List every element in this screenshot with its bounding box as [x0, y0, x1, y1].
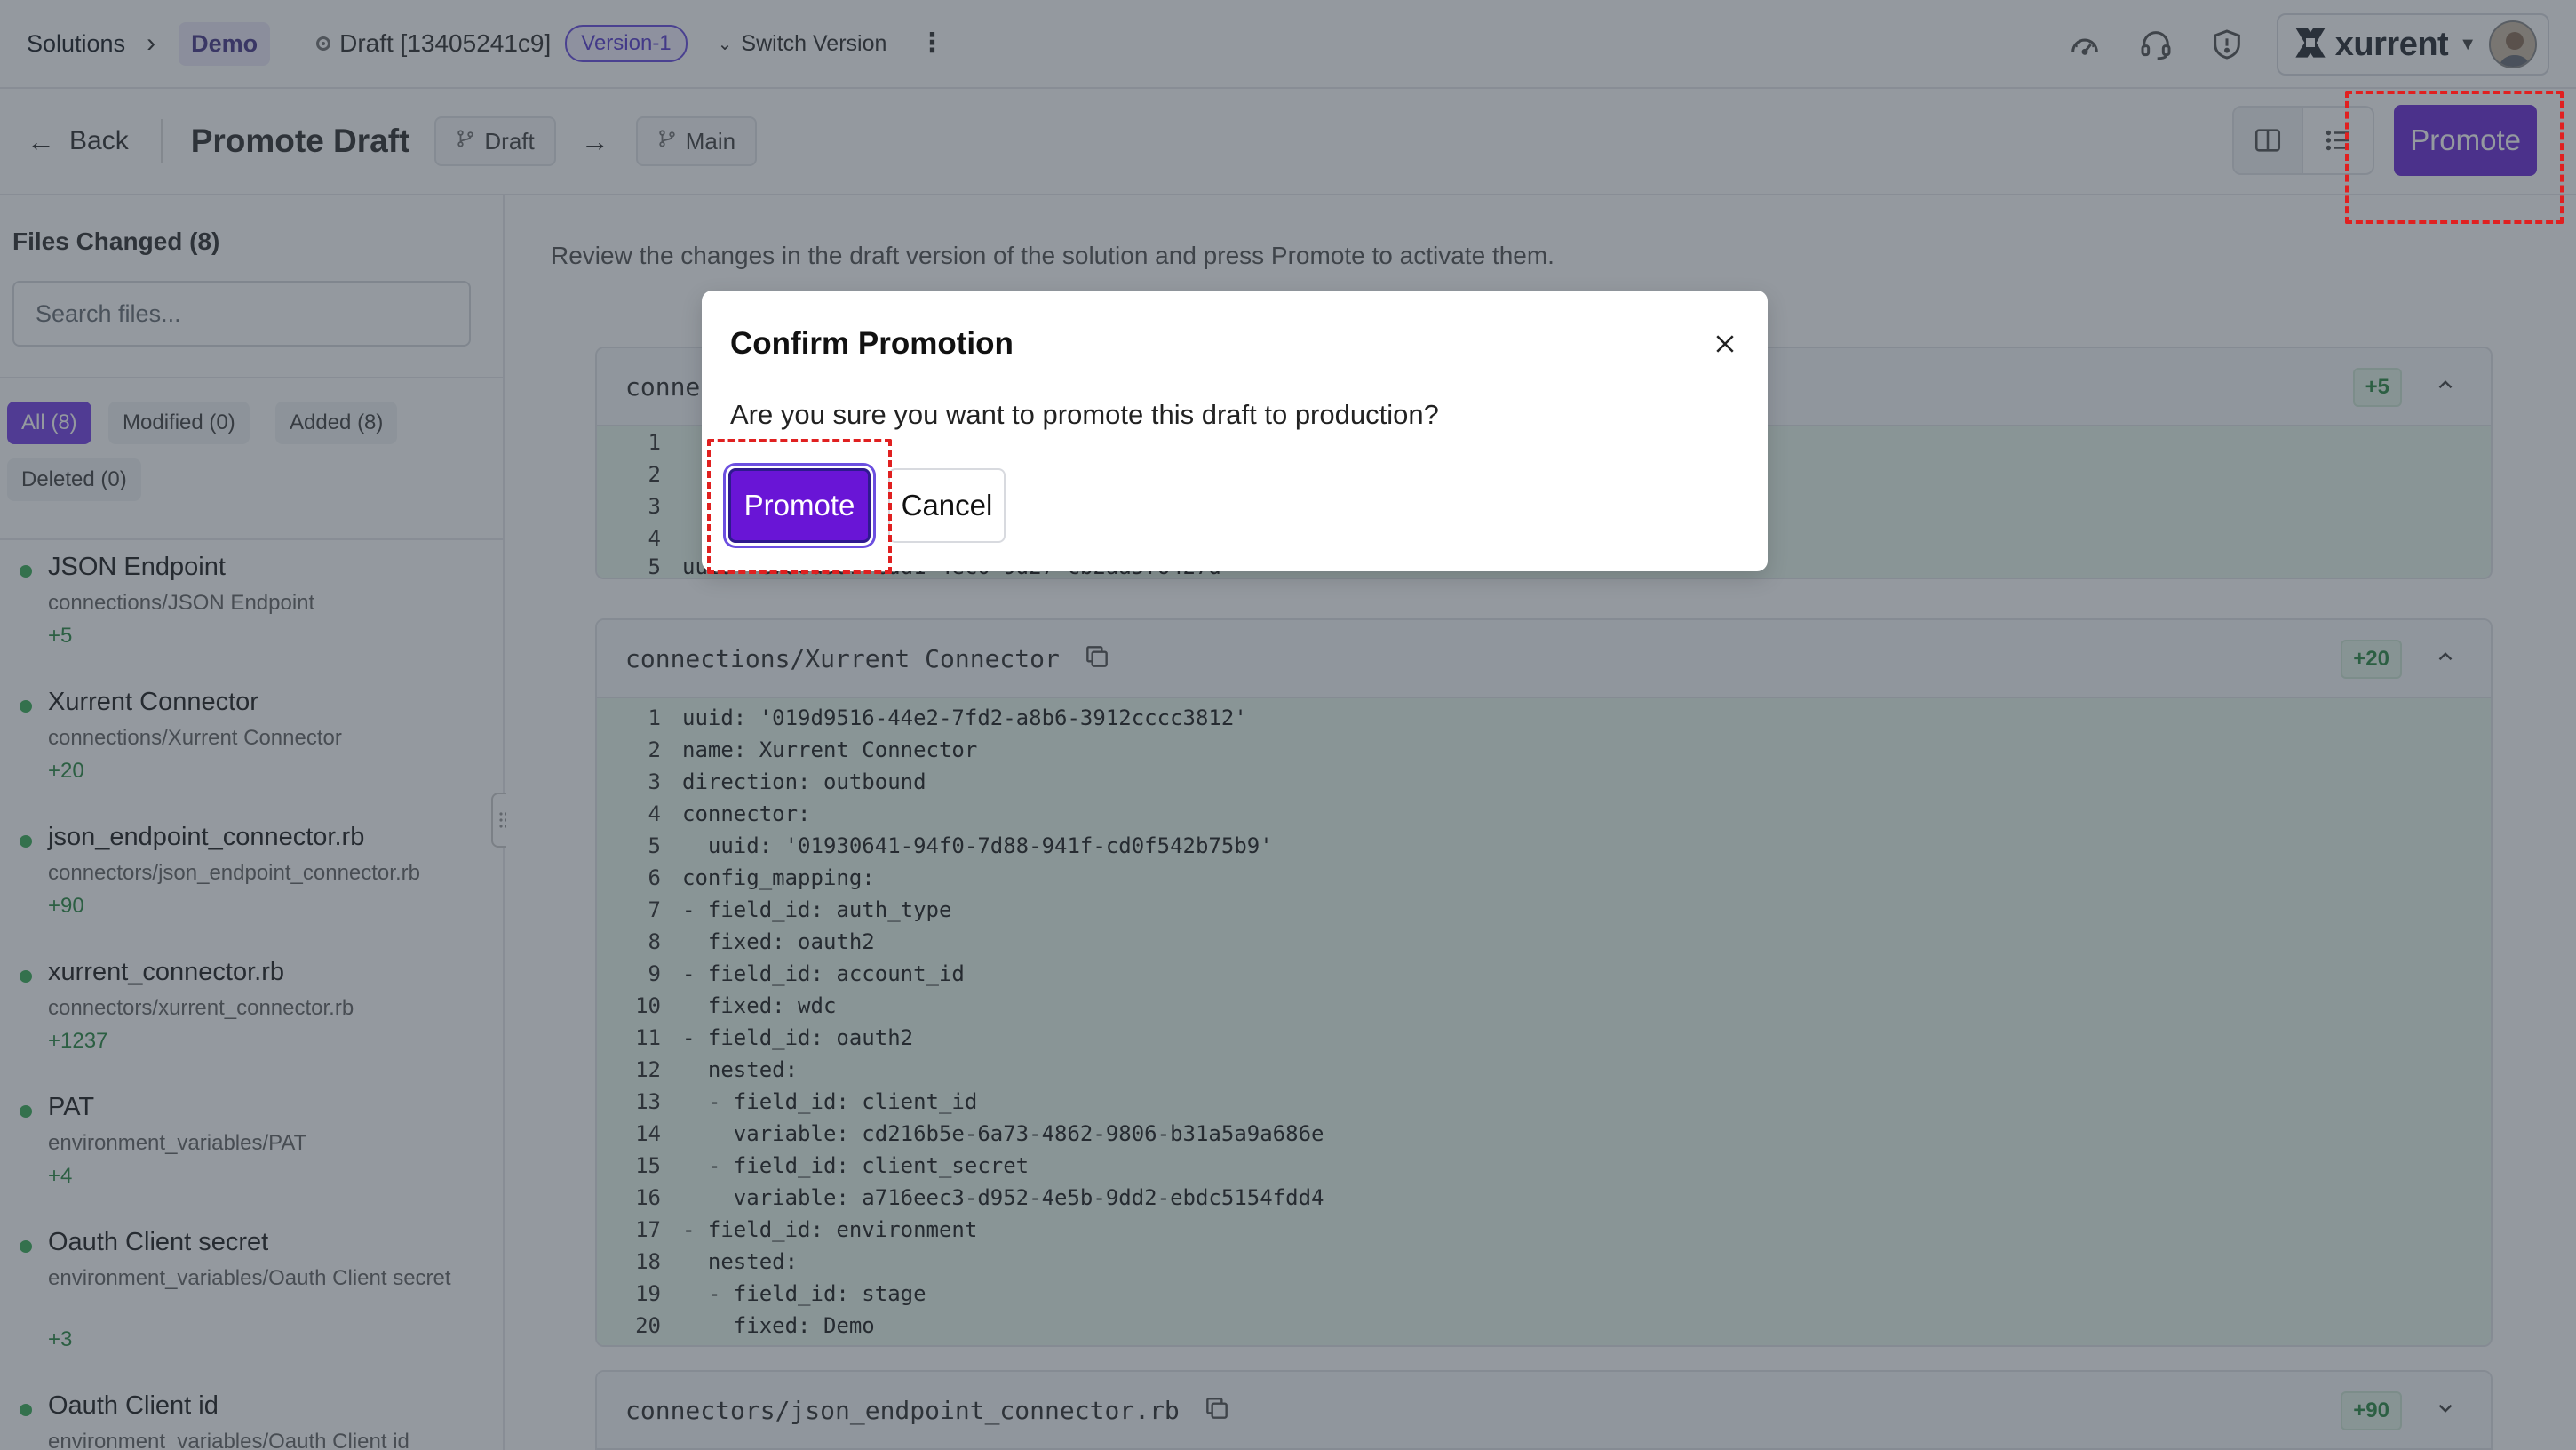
- modal-backdrop[interactable]: [0, 0, 2576, 1450]
- highlight-annotation: [2345, 91, 2564, 224]
- dialog-title: Confirm Promotion: [730, 326, 1014, 361]
- highlight-annotation: [707, 439, 892, 574]
- cancel-button[interactable]: Cancel: [888, 468, 1006, 543]
- dialog-message: Are you sure you want to promote this dr…: [730, 399, 1439, 430]
- close-icon[interactable]: [1709, 328, 1741, 360]
